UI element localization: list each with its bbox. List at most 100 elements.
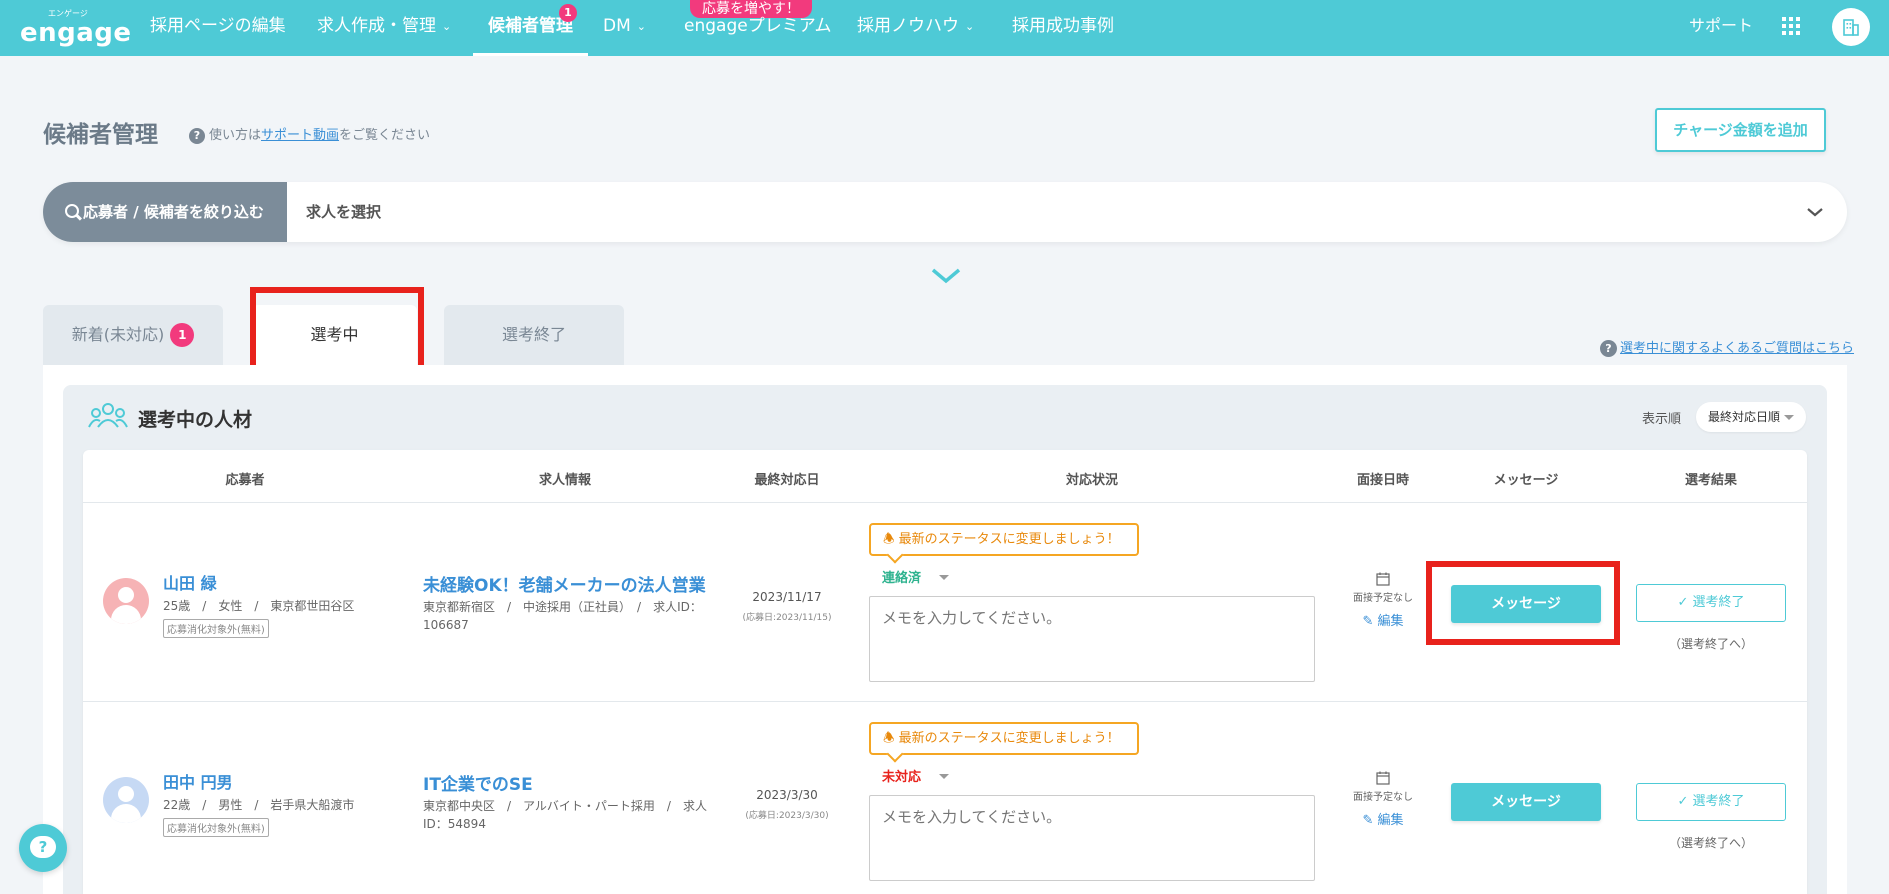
search-icon bbox=[65, 204, 79, 218]
end-button-label: 選考終了 bbox=[1692, 595, 1745, 610]
bell-icon: 🕭 bbox=[883, 731, 895, 746]
pencil-icon: ✎ bbox=[1362, 813, 1374, 828]
help-text: ? 使い方はサポート動画をご覧ください bbox=[189, 124, 430, 144]
billing-tag: 応募消化対象外(無料) bbox=[163, 818, 269, 837]
expand-filters-chevron-icon[interactable] bbox=[929, 266, 963, 286]
status-notice: 🕭 最新のステータスに変更しましょう！ bbox=[869, 523, 1139, 556]
panel-title: 選考中の人材 bbox=[138, 409, 253, 431]
column-header: 応募者 bbox=[225, 473, 265, 488]
status-value: 連絡済 bbox=[882, 571, 922, 586]
nav-engage-premium[interactable]: engageプレミアム bbox=[684, 0, 832, 56]
nav-label: DM bbox=[603, 16, 631, 36]
add-charge-button[interactable]: チャージ金額を追加 bbox=[1655, 108, 1826, 152]
chevron-down-icon: ⌄ bbox=[965, 20, 975, 33]
memo-input[interactable] bbox=[869, 596, 1315, 682]
people-icon bbox=[88, 403, 128, 428]
nav-support[interactable]: サポート bbox=[1689, 0, 1753, 52]
caret-down-icon bbox=[1784, 415, 1794, 420]
edit-interview-link[interactable]: ✎ 編集 bbox=[1353, 610, 1413, 629]
interview-text: 面接予定なし bbox=[1353, 593, 1413, 604]
job-title-link[interactable]: IT企業でのSE bbox=[423, 770, 533, 795]
sort-select[interactable]: 最終対応日順 bbox=[1696, 402, 1806, 432]
chevron-down-icon[interactable] bbox=[1803, 200, 1827, 224]
end-selection-button[interactable]: ✓ 選考終了 bbox=[1636, 584, 1786, 622]
nav-label: engageプレミアム bbox=[684, 16, 832, 36]
notice-text: 最新のステータスに変更しましょう！ bbox=[898, 532, 1120, 547]
company-account-button[interactable] bbox=[1832, 8, 1870, 46]
tab-new-unhandled[interactable]: 新着(未対応) 1 bbox=[43, 305, 223, 365]
nav-success-cases[interactable]: 採用成功事例 bbox=[1012, 0, 1114, 56]
nav-label: 候補者管理 bbox=[488, 16, 573, 36]
column-header: 求人情報 bbox=[538, 473, 592, 488]
edit-label: 編集 bbox=[1377, 813, 1404, 828]
edit-interview-link[interactable]: ✎ 編集 bbox=[1353, 809, 1413, 828]
calendar-icon bbox=[1376, 572, 1390, 586]
question-icon: ? bbox=[189, 128, 205, 144]
support-video-link[interactable]: サポート動画 bbox=[261, 128, 339, 143]
logo-word: engage bbox=[20, 18, 132, 48]
status-value: 未対応 bbox=[882, 770, 922, 785]
memo-input[interactable] bbox=[869, 795, 1315, 881]
nav-dm[interactable]: DM ⌄ bbox=[603, 0, 646, 56]
apps-grid-icon[interactable] bbox=[1782, 17, 1800, 35]
caret-down-icon bbox=[939, 774, 950, 779]
nav-label: 採用ノウハウ bbox=[857, 16, 959, 36]
job-meta: 東京都新宿区 / 中途採用（正社員） / 求人ID：106687 bbox=[423, 600, 702, 632]
end-selection-button[interactable]: ✓ 選考終了 bbox=[1636, 783, 1786, 821]
job-select[interactable]: 求人を選択 bbox=[306, 182, 381, 242]
nav-label: 求人作成・管理 bbox=[317, 16, 436, 36]
last-action-date: 2023/11/17 bbox=[752, 590, 822, 604]
interview-schedule: 面接予定なし ✎ 編集 bbox=[1353, 572, 1413, 629]
chevron-down-icon: ⌄ bbox=[442, 20, 452, 33]
nav-label: 採用成功事例 bbox=[1012, 16, 1114, 36]
nav-edit-recruit-page[interactable]: 採用ページの編集 bbox=[150, 0, 286, 56]
nav-job-management[interactable]: 求人作成・管理 ⌄ bbox=[317, 0, 451, 56]
filter-candidates-button[interactable]: 応募者 / 候補者を絞り込む bbox=[43, 182, 287, 242]
status-select[interactable]: 連絡済 bbox=[882, 567, 950, 586]
sort-label: 表示順 bbox=[1642, 412, 1682, 427]
avatar bbox=[103, 578, 149, 624]
column-header: 対応状況 bbox=[1065, 473, 1119, 488]
chevron-down-icon: ⌄ bbox=[636, 20, 646, 33]
candidate-name-link[interactable]: 田中 円男 bbox=[163, 769, 233, 793]
page-title: 候補者管理 bbox=[43, 122, 158, 148]
nav-recruit-knowhow[interactable]: 採用ノウハウ ⌄ bbox=[857, 0, 974, 56]
column-header: 面接日時 bbox=[1356, 473, 1410, 488]
caret-down-icon bbox=[939, 575, 950, 580]
chat-help-button[interactable]: ? bbox=[19, 824, 67, 872]
check-icon: ✓ bbox=[1677, 595, 1689, 610]
nav-label: 採用ページの編集 bbox=[150, 16, 286, 36]
notice-text: 最新のステータスに変更しましょう！ bbox=[898, 731, 1120, 746]
filter-bar: 応募者 / 候補者を絞り込む 求人を選択 bbox=[43, 182, 1847, 242]
faq-link-label: 選考中に関するよくあるご質問はこちら bbox=[1620, 341, 1855, 356]
message-button[interactable]: メッセージ bbox=[1451, 783, 1601, 821]
help-prefix: 使い方は bbox=[209, 128, 262, 143]
applied-date: (応募日:2023/11/15) bbox=[742, 613, 832, 623]
column-header: 最終対応日 bbox=[754, 473, 820, 488]
chat-question-icon: ? bbox=[30, 836, 56, 858]
bell-icon: 🕭 bbox=[883, 532, 895, 547]
status-select[interactable]: 未対応 bbox=[882, 766, 950, 785]
avatar bbox=[103, 777, 149, 823]
tab-count-badge: 1 bbox=[170, 323, 195, 347]
candidate-name-link[interactable]: 山田 緑 bbox=[163, 570, 217, 594]
candidate-meta: 22歳 / 男性 / 岩手県大船渡市 bbox=[163, 798, 355, 812]
billing-tag: 応募消化対象外(無料) bbox=[163, 619, 269, 638]
column-header: メッセージ bbox=[1493, 473, 1559, 488]
end-selection-sub: （選考終了へ） bbox=[1668, 836, 1754, 850]
candidate-meta: 25歳 / 女性 / 東京都世田谷区 bbox=[163, 599, 355, 613]
end-button-label: 選考終了 bbox=[1692, 794, 1745, 809]
column-header: 選考結果 bbox=[1684, 473, 1738, 488]
tab-selection-ended[interactable]: 選考終了 bbox=[444, 305, 624, 365]
building-icon bbox=[1843, 19, 1859, 36]
calendar-icon bbox=[1376, 771, 1390, 785]
job-meta: 東京都中央区 / アルバイト・パート採用 / 求人ID：54894 bbox=[423, 799, 707, 831]
engage-logo[interactable]: エンゲージ engage bbox=[20, 6, 131, 50]
job-title-link[interactable]: 未経験OK！老舗メーカーの法人営業 bbox=[423, 571, 706, 596]
tab-label: 選考終了 bbox=[501, 325, 566, 344]
faq-link[interactable]: ? 選考中に関するよくあるご質問はこちら bbox=[1600, 337, 1854, 357]
interview-schedule: 面接予定なし ✎ 編集 bbox=[1353, 771, 1413, 828]
sort-value: 最終対応日順 bbox=[1708, 410, 1781, 424]
tab-label: 新着(未対応) bbox=[71, 325, 165, 344]
row-divider bbox=[83, 701, 1807, 702]
